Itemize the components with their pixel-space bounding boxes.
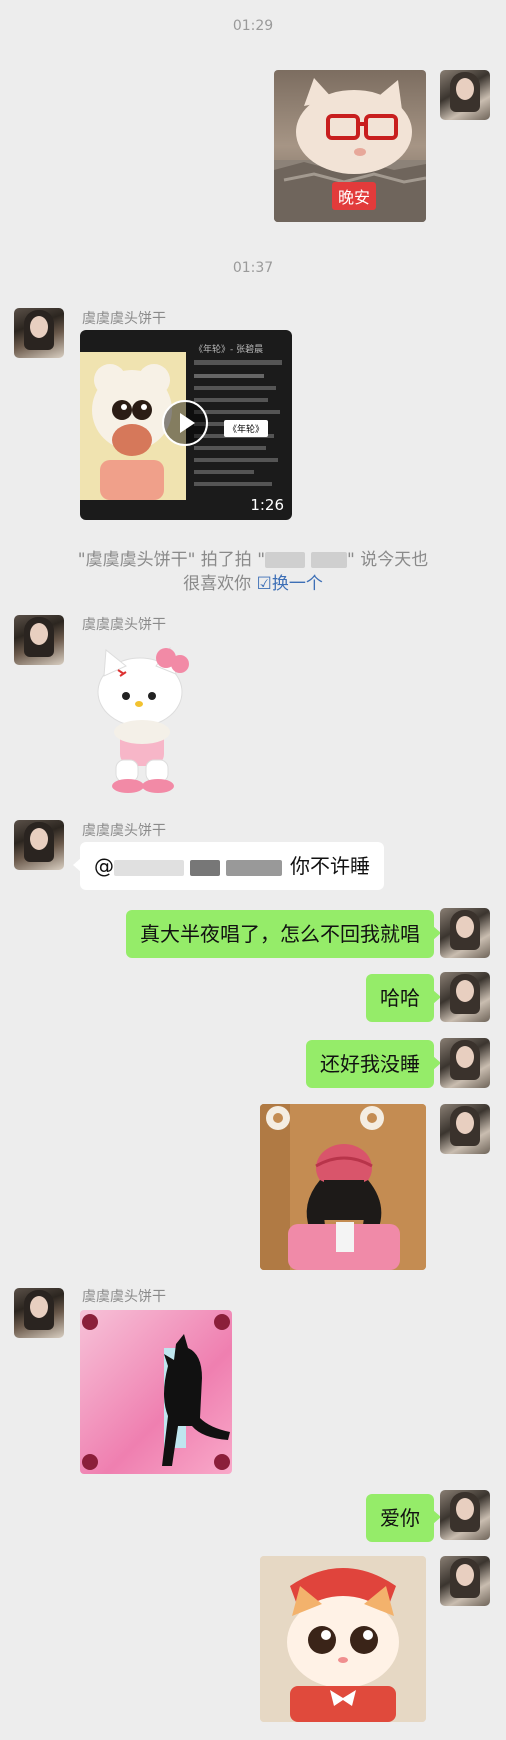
cute-kitten-photo: [260, 1556, 426, 1722]
my-photo-message[interactable]: [260, 1556, 426, 1722]
pat-suffix: " 说今天也: [347, 550, 429, 570]
contact-avatar[interactable]: [14, 820, 64, 870]
my-avatar[interactable]: [440, 1556, 490, 1606]
sender-name: 虞虞虞头饼干: [82, 823, 166, 839]
my-avatar[interactable]: [440, 70, 490, 120]
my-avatar[interactable]: [440, 972, 490, 1022]
pat-line2: 很喜欢你: [183, 574, 252, 594]
my-avatar[interactable]: [440, 1490, 490, 1540]
redacted-mention: [226, 859, 282, 876]
black-cat-sticker[interactable]: [80, 1310, 232, 1474]
video-inner-title: 《年轮》: [224, 420, 269, 437]
sender-name: 虞虞虞头饼干: [82, 617, 166, 633]
black-cat-image: [82, 1314, 230, 1470]
my-avatar[interactable]: [440, 1038, 490, 1088]
my-message-bubble[interactable]: 还好我没睡: [306, 1040, 441, 1088]
hello-kitty-sticker[interactable]: [92, 640, 192, 796]
redacted-mention: [190, 859, 220, 876]
timestamp: 01:37: [232, 260, 274, 276]
my-message-bubble[interactable]: 爱你: [366, 1494, 441, 1542]
mention-at: @: [94, 854, 114, 878]
pat-system-message: "虞虞虞头饼干" 拍了拍 " " 说今天也 很喜欢你 ☑换一个: [30, 548, 476, 596]
video-message[interactable]: 《年轮》- 张碧晨 《年轮》 1:26: [80, 330, 292, 520]
redacted-name: [265, 552, 306, 568]
pat-prefix: "虞虞虞头饼干" 拍了拍 ": [77, 550, 266, 570]
my-avatar[interactable]: [440, 908, 490, 958]
contact-avatar[interactable]: [14, 615, 64, 665]
girl-red-cap-photo: [260, 1104, 426, 1270]
my-avatar[interactable]: [440, 1104, 490, 1154]
sender-name: 虞虞虞头饼干: [82, 1289, 166, 1305]
goodnight-cat-sticker[interactable]: 晚安: [274, 70, 426, 222]
timestamp: 01:29: [232, 18, 274, 34]
video-duration: 1:26: [250, 496, 284, 514]
redacted-mention: [114, 859, 184, 876]
sender-name: 虞虞虞头饼干: [82, 311, 166, 327]
my-message-bubble[interactable]: 哈哈: [366, 974, 441, 1022]
goodnight-caption: 晚安: [332, 182, 377, 210]
my-photo-message[interactable]: [260, 1104, 426, 1270]
mention-text: 你不许睡: [290, 854, 370, 878]
my-message-bubble[interactable]: 真大半夜唱了，怎么不回我就唱: [126, 910, 441, 958]
pat-change-link[interactable]: ☑换一个: [257, 574, 323, 594]
hello-kitty-image: [97, 646, 189, 793]
redacted-name: [311, 552, 348, 568]
play-icon[interactable]: [162, 400, 208, 446]
contact-avatar[interactable]: [14, 308, 64, 358]
mention-message-bubble[interactable]: @ 你不许睡: [73, 842, 384, 890]
contact-avatar[interactable]: [14, 1288, 64, 1338]
video-inner-app-label: 《年轮》- 张碧晨: [194, 345, 264, 355]
